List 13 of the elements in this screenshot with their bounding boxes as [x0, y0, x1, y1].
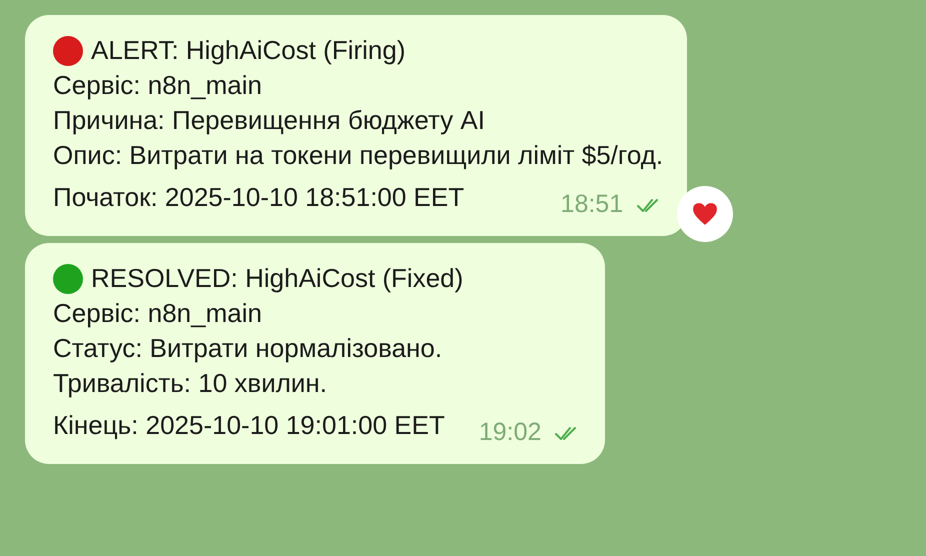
message-line: Причина: Перевищення бюджету AI: [53, 104, 485, 137]
message-line: Початок: 2025-10-10 18:51:00 EET: [53, 181, 464, 214]
message-time: 19:02: [478, 417, 542, 448]
message-time: 18:51: [560, 189, 624, 220]
heart-icon: [692, 202, 718, 226]
message-line: Сервіс: n8n_main: [53, 69, 262, 102]
message-title: RESOLVED: HighAiCost (Fixed): [91, 262, 464, 295]
message-line: Статус: Витрати нормалізовано.: [53, 332, 442, 365]
message-line: Кінець: 2025-10-10 19:01:00 EET: [53, 409, 445, 442]
message-line: Тривалість: 10 хвилин.: [53, 367, 327, 400]
message-title: ALERT: HighAiCost (Firing): [91, 34, 406, 67]
message-line: Сервіс: n8n_main: [53, 297, 262, 330]
message-line: Опис: Витрати на токени перевищили ліміт $5/год.: [53, 139, 664, 172]
